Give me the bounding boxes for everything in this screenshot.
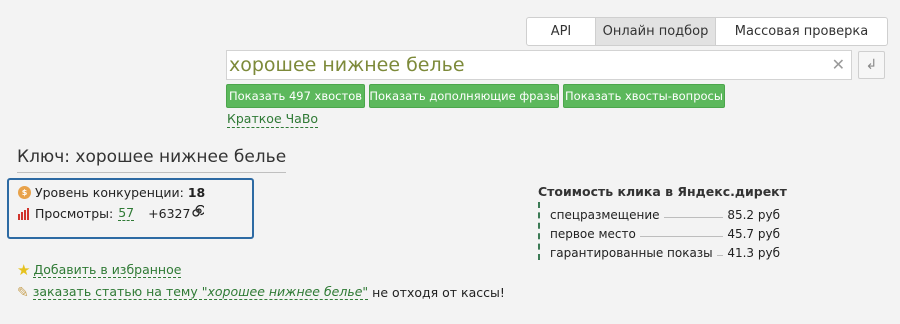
enter-button[interactable]: ↲ — [858, 51, 885, 79]
close-icon[interactable]: ✕ — [832, 55, 845, 75]
order-close-quote: " — [362, 284, 369, 299]
tab-online-search[interactable]: Онлайн подбор — [596, 18, 716, 45]
competition-value: 18 — [187, 185, 206, 200]
search-box: ✕ — [226, 50, 852, 80]
add-to-favorites-link[interactable]: Добавить в избранное — [33, 263, 182, 278]
mode-tabs: API Онлайн подбор Массовая проверка — [526, 17, 888, 46]
page-title: Ключ: хорошее нижнее белье — [17, 147, 287, 173]
coins-icon: $ — [18, 186, 31, 199]
cost-value: 45.7 руб — [727, 227, 780, 241]
keyword-stats-panel: $ Уровень конкуренции: 18 Просмотры: 57 … — [7, 178, 254, 239]
show-question-tails-button[interactable]: Показать хвосты-вопросы — [563, 84, 725, 108]
order-topic: хорошее нижнее белье — [207, 284, 363, 299]
views-label: Просмотры: — [35, 205, 114, 221]
cost-row: гарантированные показы 41.3 руб — [550, 242, 780, 260]
views-growth: +6327 — [148, 205, 191, 221]
order-article-row: ✎ заказать статью на тему "хорошее нижне… — [17, 285, 505, 300]
cost-value: 85.2 руб — [727, 208, 780, 222]
order-prefix: заказать статью на тему " — [32, 284, 208, 299]
cost-leader — [716, 255, 724, 256]
cost-label: первое место — [550, 227, 636, 241]
competition-label: Уровень конкуренции: — [35, 185, 184, 200]
cost-label: гарантированные показы — [550, 246, 713, 260]
views-count-link[interactable]: 57 — [118, 205, 135, 221]
order-suffix: не отходя от кассы! — [372, 285, 505, 300]
order-article-link[interactable]: заказать статью на тему "хорошее нижнее … — [32, 284, 369, 300]
views-row: Просмотры: 57 +6327 — [18, 204, 207, 221]
cost-row: первое место 45.7 руб — [550, 223, 780, 241]
tab-mass-check[interactable]: Массовая проверка — [716, 18, 887, 45]
show-additional-phrases-button[interactable]: Показать дополняющие фразы — [369, 84, 559, 108]
cost-value: 41.3 руб — [727, 246, 780, 260]
bar-chart-icon — [18, 207, 29, 220]
faq-link[interactable]: Краткое ЧаВо — [227, 111, 319, 128]
cost-row: спецразмещение 85.2 руб — [550, 204, 780, 222]
enter-arrow-icon: ↲ — [865, 57, 878, 73]
click-cost-list: спецразмещение 85.2 руб первое место 45.… — [538, 202, 780, 260]
cost-label: спецразмещение — [550, 208, 660, 222]
show-tails-button[interactable]: Показать 497 хвостов — [226, 84, 365, 108]
search-input[interactable] — [227, 51, 827, 79]
tab-api[interactable]: API — [527, 18, 596, 45]
cost-leader — [639, 236, 724, 237]
star-icon: ★ — [17, 261, 31, 279]
competition-row: $ Уровень конкуренции: 18 — [18, 185, 205, 200]
spiral-icon[interactable] — [192, 204, 207, 221]
click-cost-title: Стоимость клика в Яндекс.директ — [538, 184, 787, 199]
pencil-icon: ✎ — [17, 284, 29, 301]
cost-leader — [663, 217, 724, 218]
favorite-row: ★ Добавить в избранное — [17, 261, 182, 279]
